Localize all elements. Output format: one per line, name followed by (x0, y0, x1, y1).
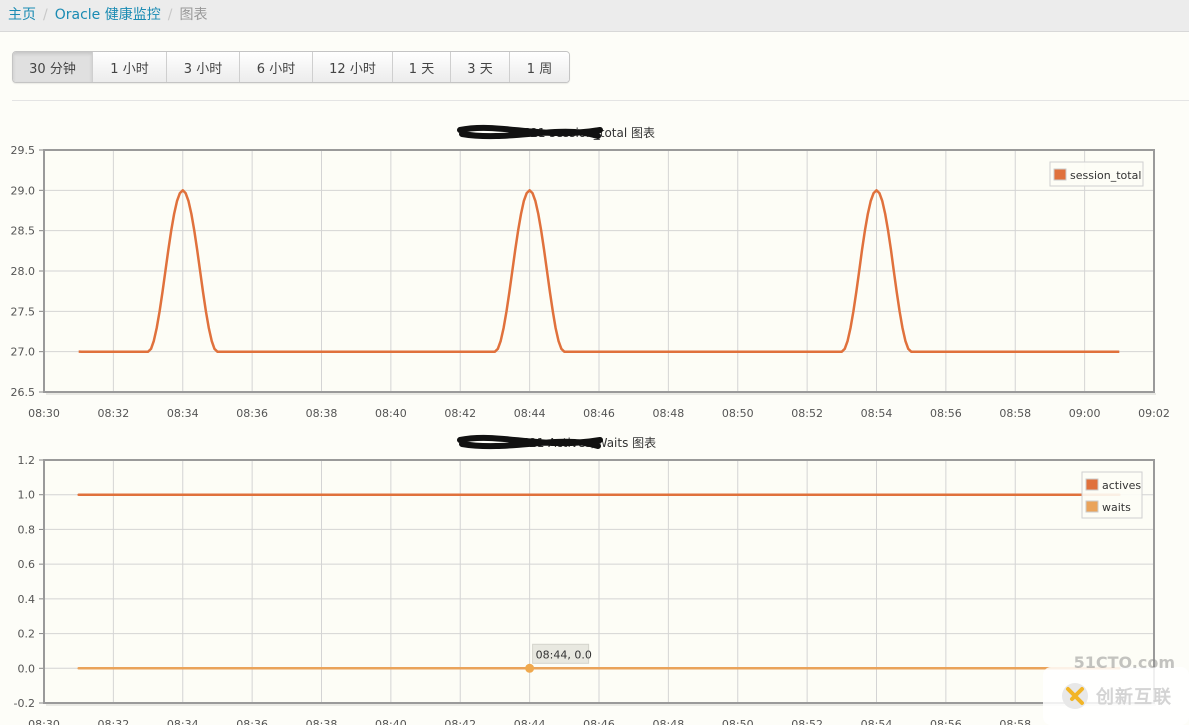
x-tick-label: 08:44 (514, 718, 546, 725)
x-tick-label: 08:38 (306, 718, 338, 725)
y-tick-label: 0.2 (18, 628, 36, 641)
x-tick-label: 08:50 (722, 718, 754, 725)
y-tick-label: 0.0 (18, 662, 36, 675)
watermark-brand: 创新互联 (1096, 687, 1172, 708)
x-tick-label: 08:54 (861, 718, 893, 725)
legend-swatch-waits (1085, 500, 1099, 513)
y-tick-label: 0.4 (18, 593, 36, 606)
x-tick-label: 08:32 (98, 718, 130, 725)
y-tick-label: 1.0 (18, 489, 36, 502)
watermark-site: 51CTO.com (1073, 653, 1175, 672)
x-tick-label: 08:48 (653, 718, 685, 725)
legend-label-waits: waits (1102, 501, 1131, 514)
x-tick-label: 08:30 (28, 718, 60, 725)
y-tick-label: 0.6 (18, 558, 36, 571)
y-tick-label: 1.2 (18, 454, 36, 467)
x-tick-label: 08:58 (999, 718, 1031, 725)
x-tick-label: 08:56 (930, 718, 962, 725)
tooltip-text: 08:44, 0.0 (536, 648, 592, 661)
y-tick-label: -0.2 (14, 697, 35, 710)
brand-logo-icon (1062, 683, 1088, 709)
x-tick-label: 08:52 (791, 718, 823, 725)
x-tick-label: 08:34 (167, 718, 199, 725)
highlighted-point (525, 663, 535, 673)
legend-swatch-actives (1085, 478, 1099, 491)
x-tick-label: 08:46 (583, 718, 615, 725)
x-tick-label: 08:42 (444, 718, 476, 725)
y-tick-label: 0.8 (18, 523, 36, 536)
x-tick-label: 08:36 (236, 718, 268, 725)
legend-label-actives: actives (1102, 479, 1141, 492)
actives-waits-chart: 08:30 08:32 08:34 08:36 08:38 08:40 08:42 08:44… (14, 434, 1156, 725)
watermark: 51CTO.com 创新互联 (1043, 653, 1189, 725)
x-tick-label: 08:40 (375, 718, 407, 725)
